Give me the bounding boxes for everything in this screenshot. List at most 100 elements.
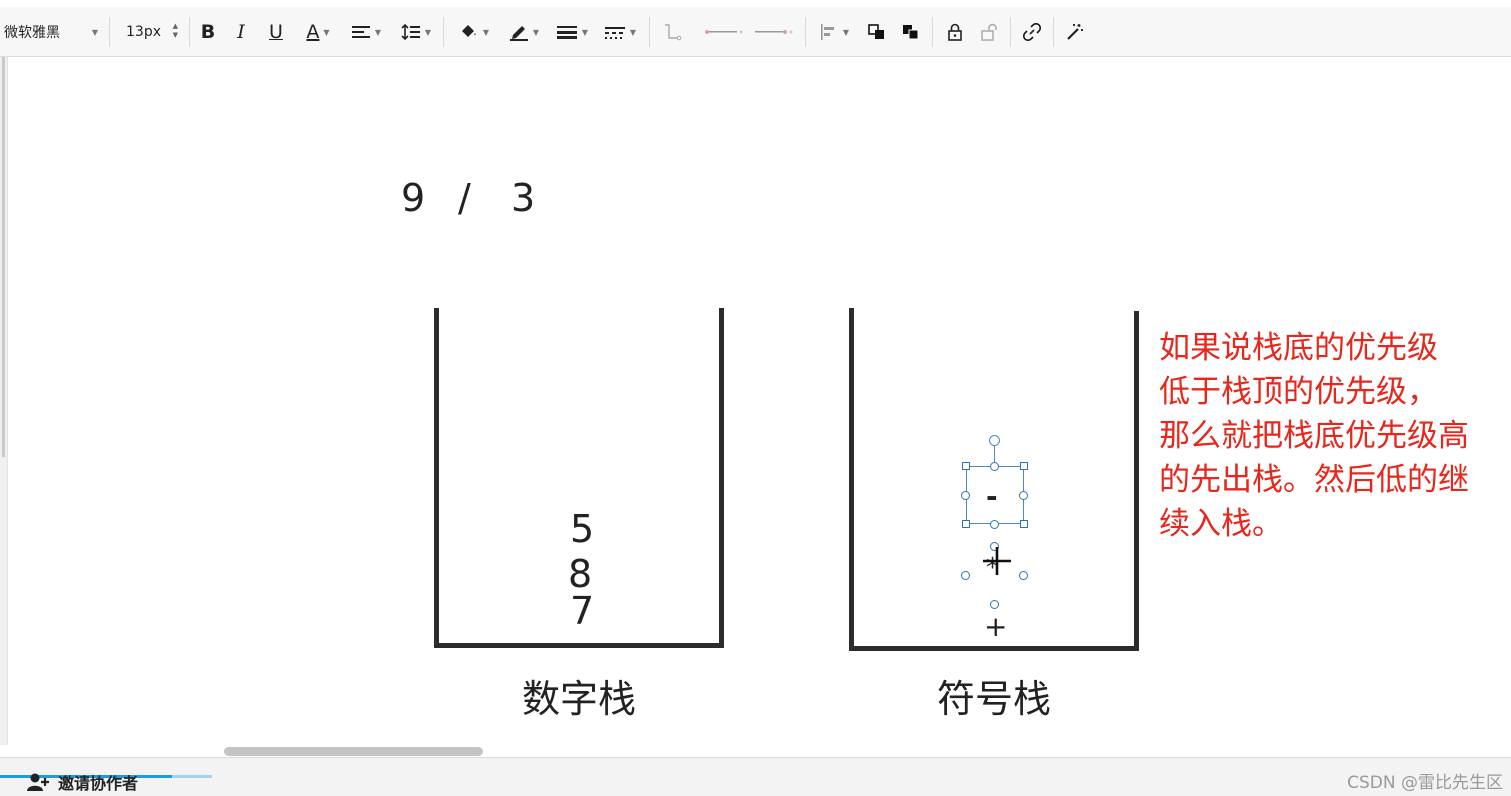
font-family-value: 微软雅黑 (4, 25, 60, 41)
toolbar-divider (1010, 17, 1011, 47)
dash-style-icon (604, 27, 625, 39)
toolbar-divider (189, 17, 190, 47)
lock-button[interactable] (942, 18, 968, 46)
watermark: CSDN @雷比先生区 (1347, 773, 1503, 793)
font-color-button[interactable]: A ▼ (298, 18, 338, 46)
note-line: 如果说栈底的优先级 (1159, 330, 1438, 366)
align-shapes-button[interactable]: ▼ (814, 18, 854, 46)
toolbar-divider (649, 17, 650, 47)
italic-button[interactable]: I (230, 18, 252, 46)
connector-type-button[interactable] (658, 18, 686, 46)
bold-label: B (200, 21, 216, 43)
line-width-button[interactable]: ▼ (552, 18, 592, 46)
insert-link-button[interactable] (1019, 18, 1045, 46)
footer-bar: 邀请协作者 CSDN @雷比先生区 (0, 757, 1511, 796)
number-stack-label: 数字栈 (522, 677, 637, 721)
rotate-handle[interactable] (989, 435, 1000, 446)
toolbar-divider (805, 17, 806, 47)
text-align-button[interactable]: ▼ (346, 18, 386, 46)
chevron-down-icon: ▼ (323, 27, 330, 37)
number-stack-item-bottom: 7 (570, 589, 595, 633)
note-line: 续入栈。 (1159, 506, 1283, 542)
annotation-note[interactable]: 如果说栈底的优先级 低于栈顶的优先级， 那么就把栈底优先级高 的先出栈。然后低的… (1159, 326, 1504, 546)
bring-to-front-button[interactable] (864, 18, 890, 46)
operator-stack-item-top[interactable]: - (986, 478, 998, 516)
invite-collaborator-button[interactable]: 邀请协作者 (26, 770, 138, 794)
operator-stack-left-wall (849, 308, 854, 651)
align-left-icon (351, 26, 370, 38)
magic-wand-icon (1067, 24, 1083, 40)
fill-color-button[interactable]: ▼ (454, 18, 494, 46)
toolbar-divider (932, 17, 933, 47)
note-line: 的先出栈。然后低的继 (1159, 462, 1469, 498)
send-back-icon (903, 25, 919, 40)
toolbar-top-strip (0, 0, 1511, 7)
toolbar: 微软雅黑 ▼ 13px ▲ ▼ B I U A ▼ ▼ ▼ ▼ ▼ ▼ ▼ ▼ (0, 0, 1511, 57)
line-style-button[interactable]: ▼ (600, 18, 640, 46)
note-line: 那么就把栈底优先级高 (1159, 418, 1469, 454)
resize-handle-nw[interactable] (962, 462, 970, 470)
chevron-down-icon: ▼ (482, 27, 490, 37)
number-stack-item-top: 5 (570, 507, 595, 551)
font-size-stepper[interactable]: 13px ▲ ▼ (126, 18, 180, 46)
number-stack-left-wall (434, 308, 439, 648)
operator-stack-label: 符号栈 (937, 677, 1052, 721)
note-line: 低于栈顶的优先级， (1159, 374, 1438, 410)
invite-label: 邀请协作者 (58, 774, 139, 793)
line-end-icon (755, 30, 793, 34)
resize-handle-e[interactable] (1019, 491, 1028, 500)
unlock-icon (981, 23, 997, 41)
operator-stack-item-bottom: + (984, 610, 1008, 643)
bring-front-icon (868, 24, 884, 39)
line-height-button[interactable]: ▼ (396, 18, 436, 46)
elbow-connector-icon (665, 24, 682, 41)
font-size-value: 13px (126, 24, 161, 40)
connection-point[interactable] (1019, 571, 1028, 580)
horizontal-scroll-thumb[interactable] (224, 747, 483, 756)
number-stack-right-wall (719, 308, 724, 648)
align-objects-icon (820, 24, 834, 40)
resize-handle-ne[interactable] (1020, 462, 1028, 470)
toolbar-divider (443, 17, 444, 47)
send-to-back-button[interactable] (898, 18, 924, 46)
chevron-down-icon: ▼ (374, 27, 382, 37)
resize-handle-se[interactable] (1020, 520, 1028, 528)
underline-label: U (269, 21, 283, 43)
unlock-button[interactable] (976, 18, 1002, 46)
move-cursor-icon (983, 547, 1011, 575)
left-scroll-edge (0, 57, 8, 757)
chevron-down-icon: ▼ (532, 27, 540, 37)
line-width-icon (556, 26, 577, 39)
stepper-arrows-icon: ▲ ▼ (172, 22, 178, 39)
number-stack-item-middle: 8 (568, 552, 593, 596)
underline-button[interactable]: U (264, 18, 288, 46)
font-family-select[interactable]: 微软雅黑 ▼ (4, 18, 102, 46)
vertical-scroll-thumb[interactable] (2, 57, 5, 457)
connection-point[interactable] (961, 571, 970, 580)
operator-stack-bottom (849, 646, 1139, 651)
number-stack-bottom (434, 643, 724, 648)
toolbar-divider (1053, 17, 1054, 47)
lock-icon (948, 23, 962, 41)
chevron-down-icon: ▼ (91, 27, 98, 37)
operator-stack-right-wall (1134, 311, 1139, 651)
font-color-label: A (306, 21, 320, 43)
pen-icon (509, 26, 528, 41)
resize-handle-sw[interactable] (962, 520, 970, 528)
chevron-down-icon: ▼ (842, 27, 850, 37)
resize-handle-n[interactable] (990, 462, 999, 471)
expression-left-operand: 9 (401, 176, 426, 220)
resize-handle-w[interactable] (961, 491, 970, 500)
line-start-button[interactable] (700, 18, 746, 46)
bold-button[interactable]: B (196, 18, 220, 46)
resize-handle-s[interactable] (990, 520, 999, 529)
line-color-button[interactable]: ▼ (504, 18, 544, 46)
paint-bucket-icon (461, 25, 476, 37)
line-end-button[interactable] (750, 18, 796, 46)
chevron-down-icon: ▼ (424, 27, 432, 37)
add-user-icon (27, 773, 49, 791)
expression-right-operand: 3 (511, 176, 536, 220)
line-start-icon (705, 30, 743, 34)
format-painter-button[interactable] (1062, 18, 1088, 46)
link-icon (1022, 22, 1042, 42)
